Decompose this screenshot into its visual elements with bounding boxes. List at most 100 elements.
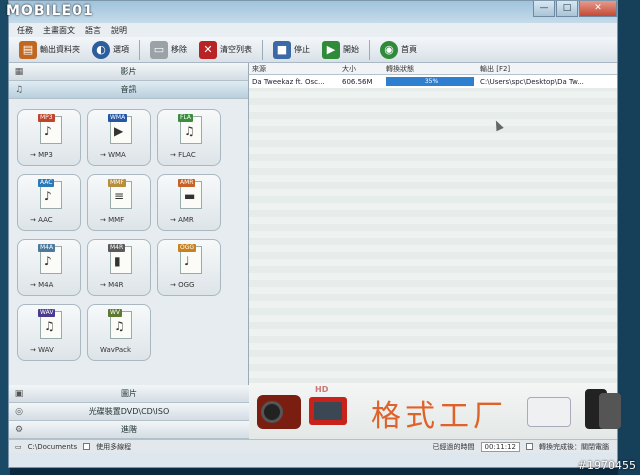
music-note-icon: ♪ [44,254,52,268]
format-label: → M4R [100,281,124,289]
remove-button[interactable]: ▭ 移除 [146,39,191,61]
category-audio[interactable]: ♫ 音訊 [9,81,248,99]
conversion-progress-bar: 35% [386,77,474,86]
music-note-icon: ♩ [184,254,190,268]
column-source[interactable]: 來源 [249,64,339,74]
minimize-button[interactable]: — [533,1,555,17]
menu-help[interactable]: 說明 [111,25,127,36]
main-area: ▦ 影片 ♫ 音訊 MP3 ♪ → MP3 WMA ▶ → WMA FLA ♫ … [9,63,621,453]
format-tag: AMR [178,179,196,187]
folder-output-icon: ▤ [19,40,37,59]
format-wav-button[interactable]: WAV ♫ → WAV [17,304,81,361]
disc-icon: ◎ [15,407,23,417]
format-aac-button[interactable]: AAC ♪ → AAC [17,174,81,231]
row-source: Da Tweekaz ft. Osc... [252,77,325,86]
column-output[interactable]: 輸出 [F2] [477,64,617,74]
toolbar-label: 首頁 [401,45,417,54]
category-label: 光碟裝置DVD\CD\ISO [88,407,170,416]
multithread-checkbox[interactable] [83,443,91,450]
format-ogg-button[interactable]: OGG ♩ → OGG [157,239,221,296]
format-tag: WV [108,309,123,317]
category-picture[interactable]: ▣ 圖片 [9,385,249,403]
close-button[interactable]: ✕ [579,1,617,17]
camera-lens [261,401,283,423]
table-row[interactable]: Da Tweekaz ft. Osc... 606.56M 35% C:\Use… [249,75,617,88]
clear-list-button[interactable]: ✕ 清空列表 [195,39,256,61]
document-lines-icon: ≡ [114,189,125,203]
phone-icon: ▮ [114,254,121,268]
shutdown-checkbox[interactable] [526,443,533,450]
format-tag: AAC [38,179,55,187]
toolbar-separator [369,39,370,60]
format-label: → FLAC [170,151,196,159]
start-button[interactable]: ▶ 開始 [318,39,363,61]
elapsed-time-label: 已經過的時間 [432,442,475,451]
format-tag: OGG [178,244,197,252]
format-label: WavPack [100,346,132,354]
mobile-phone-icon [599,393,621,429]
status-bar-right: 已經過的時間 00:11:12 轉換完成後：關閉電腦 [249,439,617,453]
headphones-icon: ♫ [184,124,195,138]
format-mp3-button[interactable]: MP3 ♪ → MP3 [17,109,81,166]
format-amr-button[interactable]: AMR ▬ → AMR [157,174,221,231]
output-path[interactable]: C:\Documents [28,443,78,451]
format-label: → M4A [30,281,54,289]
format-m4r-button[interactable]: M4R ▮ → M4R [87,239,151,296]
multithread-label: 使用多線程 [96,442,132,451]
toolbar: ▤ 輸出資料夾 ◐ 選項 ▭ 移除 ✕ 清空列表 ■ 停止 ▶ 開始 ◉ 首頁 [9,37,617,63]
category-video[interactable]: ▦ 影片 [9,63,248,81]
menu-task[interactable]: 任務 [17,25,33,36]
task-list-panel: 來源 大小 轉換狀態 輸出 [F2] Da Tweekaz ft. Osc...… [249,63,621,453]
format-flac-button[interactable]: FLA ♫ → FLAC [157,109,221,166]
bottom-categories: ▣ 圖片 ◎ 光碟裝置DVD\CD\ISO ⚙ 進階 [9,385,249,439]
format-factory-window: — □ ✕ 任務 主畫面文 語言 說明 ▤ 輸出資料夾 ◐ 選項 ▭ 移除 ✕ … [8,0,621,468]
remove-icon: ▭ [150,40,168,59]
menu-language[interactable]: 語言 [85,25,101,36]
home-icon: ◉ [380,40,398,59]
music-notes-icon: ♫ [44,319,55,333]
format-label: → WMA [100,151,126,159]
options-button[interactable]: ◐ 選項 [88,39,133,61]
format-wavpack-button[interactable]: WV ♫ WavPack [87,304,151,361]
format-wma-button[interactable]: WMA ▶ → WMA [87,109,151,166]
column-status[interactable]: 轉換狀態 [383,64,477,74]
format-label: → AMR [170,216,194,224]
menu-skin[interactable]: 主畫面文 [43,25,75,36]
toolbar-label: 移除 [171,45,187,54]
category-label: 音訊 [120,85,137,94]
speaker-icon: ♪ [44,124,52,138]
category-label: 進階 [121,425,137,434]
output-folder-button[interactable]: ▤ 輸出資料夾 [15,39,84,61]
play-icon: ▶ [114,124,124,138]
row-size: 606.56M [342,77,373,86]
left-panel: ▦ 影片 ♫ 音訊 MP3 ♪ → MP3 WMA ▶ → WMA FLA ♫ … [9,63,249,453]
phone-icon: ▬ [184,189,196,203]
app-banner: HD 格式工厂 [249,383,621,439]
format-label: → AAC [30,216,53,224]
watermark-id: #1970455 [577,459,636,472]
camera-screen [314,402,342,420]
format-tag: M4R [108,244,126,252]
format-mmf-button[interactable]: MMF ≡ → MMF [87,174,151,231]
camcorder-icon [257,395,301,429]
format-m4a-button[interactable]: M4A ♪ → M4A [17,239,81,296]
category-label: 影片 [120,67,137,76]
maximize-button[interactable]: □ [556,1,578,17]
format-label: → MP3 [30,151,53,159]
desktop-edge-right [618,0,640,475]
format-tag: MP3 [38,114,55,122]
format-label: → WAV [30,346,54,354]
column-size[interactable]: 大小 [339,64,383,74]
format-tag: FLA [178,114,194,122]
stop-button[interactable]: ■ 停止 [269,39,314,61]
clear-list-icon: ✕ [199,40,217,59]
category-advanced[interactable]: ⚙ 進階 [9,421,249,439]
elapsed-time-value: 00:11:12 [480,441,520,452]
toolbar-separator [262,39,263,60]
format-tag: MMF [108,179,126,187]
home-button[interactable]: ◉ 首頁 [376,39,421,61]
start-icon: ▶ [322,40,340,59]
brand-logo: MOBILE01 [6,3,94,19]
audio-format-grid: MP3 ♪ → MP3 WMA ▶ → WMA FLA ♫ → FLAC AAC… [17,109,237,361]
category-disc[interactable]: ◎ 光碟裝置DVD\CD\ISO [9,403,249,421]
